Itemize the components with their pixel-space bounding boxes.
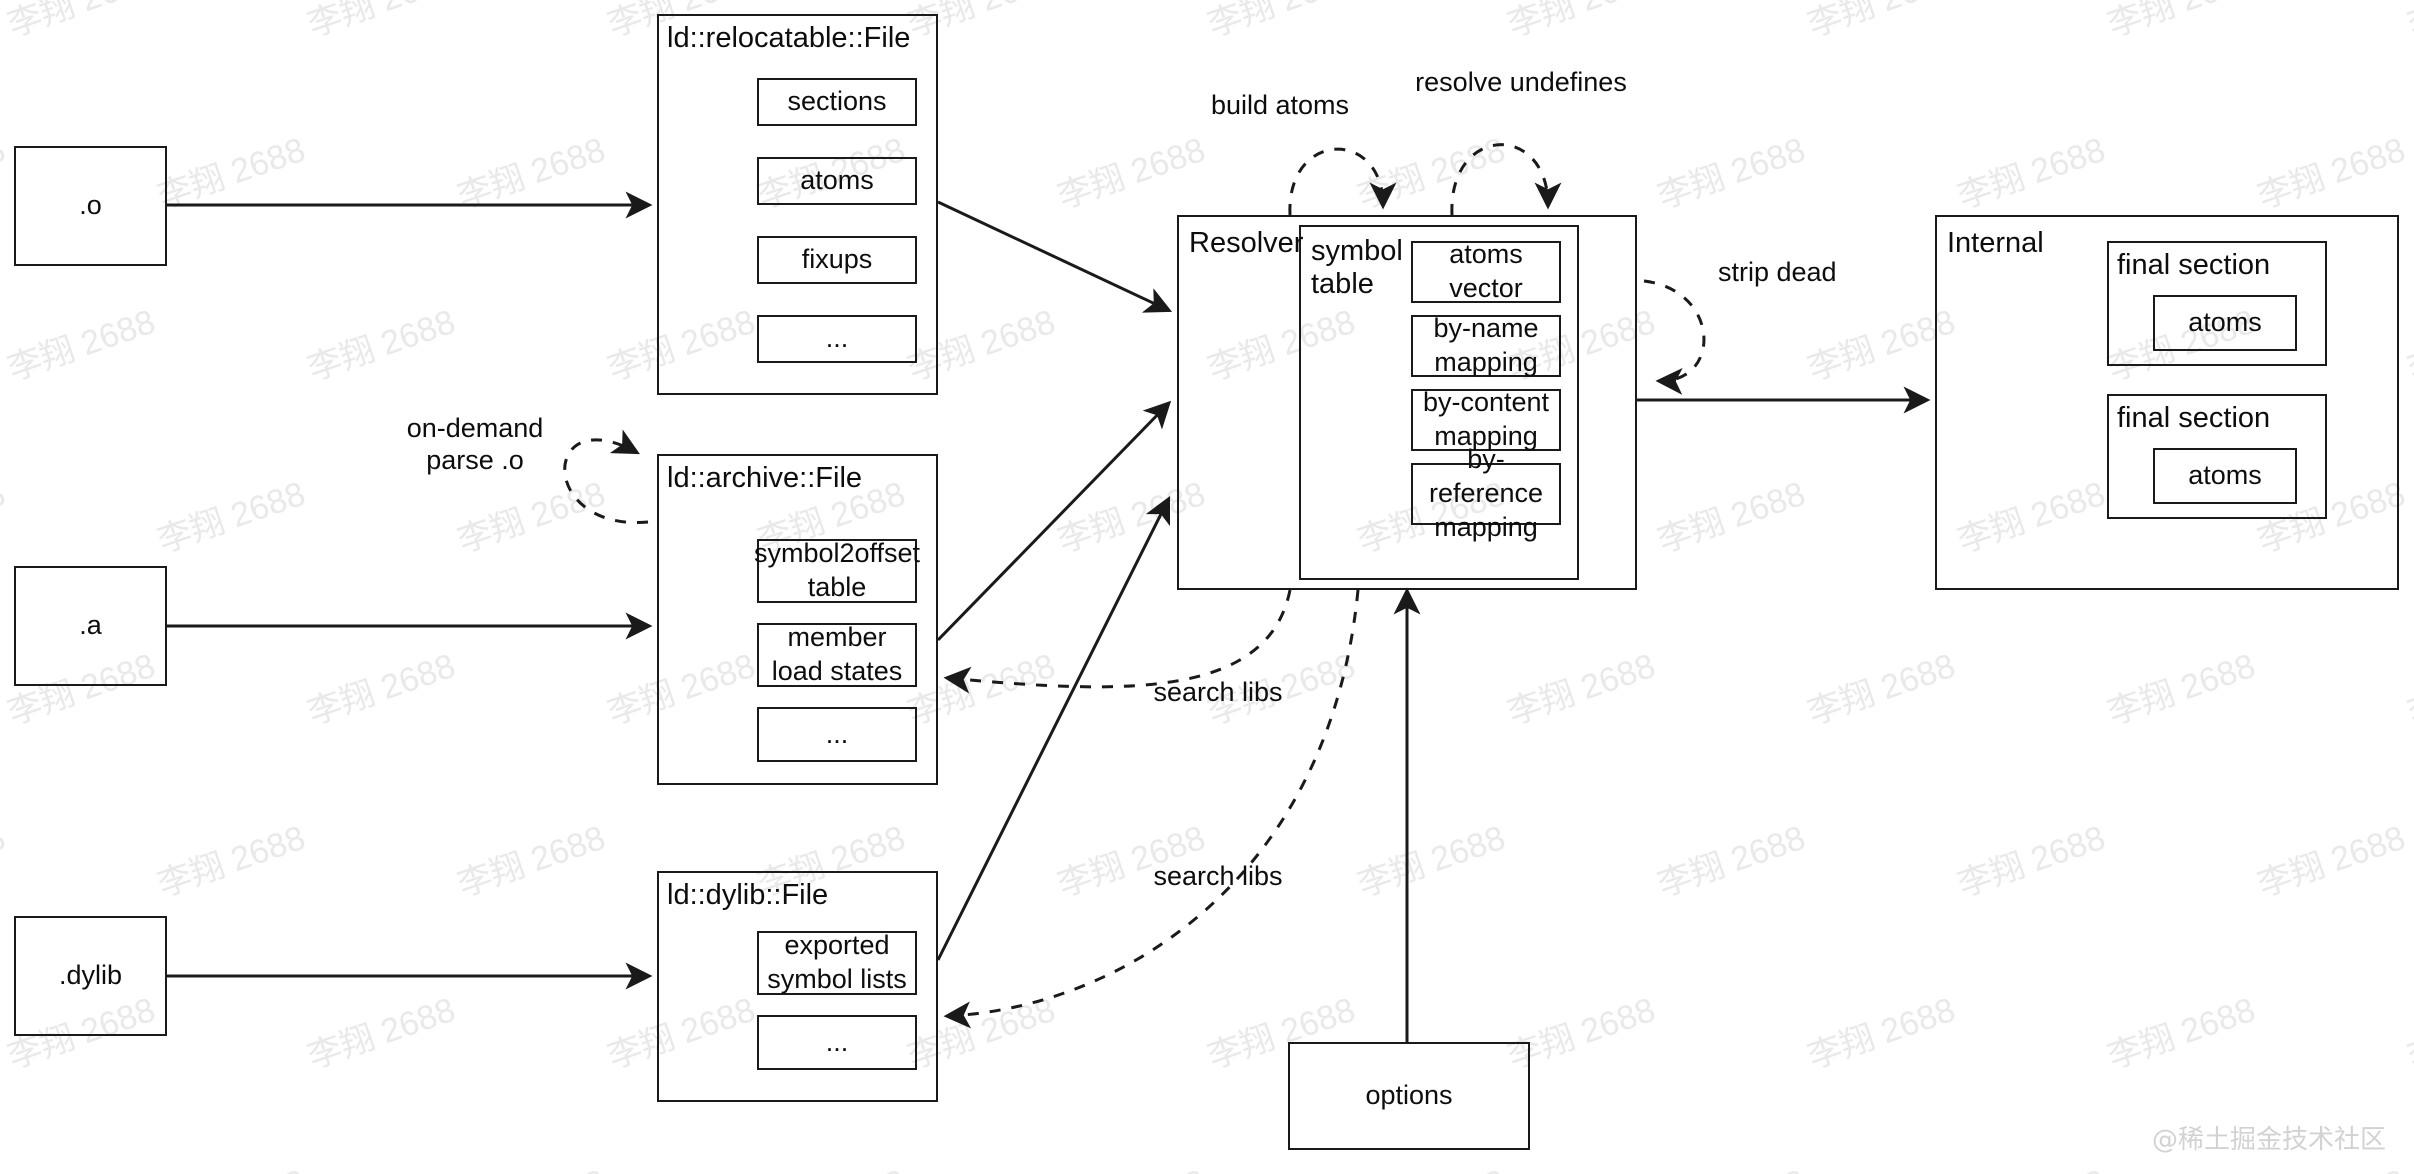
dylib-file-title: ld::dylib::File xyxy=(667,879,829,911)
symbol-table-member-by-reference-label: by-reference mapping xyxy=(1428,444,1544,542)
relocatable-member-sections[interactable]: sections xyxy=(757,78,917,126)
symbol-table-box[interactable]: symbol table atoms vector by-name mapping b… xyxy=(1299,225,1579,580)
symbol-table-member-atoms-vector[interactable]: atoms vector xyxy=(1411,239,1561,303)
dylib-member-more[interactable]: ... xyxy=(757,1015,917,1070)
internal-box[interactable]: Internal final section atoms final secti… xyxy=(1935,215,2399,590)
final-section-title-2: final section xyxy=(2117,402,2271,434)
options-box[interactable]: options xyxy=(1288,1042,1530,1150)
input-node-o-label: .o xyxy=(79,190,102,221)
final-section-title-1: final section xyxy=(2117,249,2271,281)
edge-on-demand-parse xyxy=(563,429,649,524)
symbol-table-member-atoms-vector-label: atoms vector xyxy=(1449,239,1523,303)
relocatable-member-more[interactable]: ... xyxy=(757,315,917,363)
final-section-atoms-1-label: atoms xyxy=(2188,307,2262,338)
archive-member-load-states-label: member load states xyxy=(771,622,903,686)
input-node-dylib[interactable]: .dylib xyxy=(14,916,167,1036)
symbol-table-title: symbol table xyxy=(1311,235,1403,301)
edge-label-build-atoms: build atoms xyxy=(1210,90,1350,120)
dylib-member-exported-symbols[interactable]: exported symbol lists xyxy=(757,930,917,995)
archive-member-more[interactable]: ... xyxy=(757,707,917,762)
edge-dylibfile-to-resolver xyxy=(936,495,1171,961)
edge-label-search-libs-archive: search libs xyxy=(1153,677,1283,707)
relocatable-member-sections-label: sections xyxy=(787,86,887,117)
resolver-box[interactable]: Resolver symbol table atoms vector by-name… xyxy=(1177,215,1637,590)
relocatable-file-box[interactable]: ld::relocatable::File sections atoms fix… xyxy=(657,14,938,395)
edge-label-search-libs-dylib: search libs xyxy=(1153,861,1283,891)
relocatable-member-atoms-label: atoms xyxy=(800,165,874,196)
dylib-member-more-label: ... xyxy=(825,1026,849,1057)
final-section-atoms-2[interactable]: atoms xyxy=(2153,448,2297,504)
archive-member-symbol2offset-label: symbol2offset table xyxy=(753,538,921,602)
edge-build-atoms xyxy=(1288,147,1397,216)
edge-search-libs-dylib xyxy=(943,589,1360,1029)
edge-label-strip-dead: strip dead xyxy=(1718,257,1837,287)
archive-member-symbol2offset[interactable]: symbol2offset table xyxy=(753,538,921,603)
relocatable-file-title: ld::relocatable::File xyxy=(667,22,911,54)
edge-search-libs-archive xyxy=(943,589,1292,694)
input-node-o[interactable]: .o xyxy=(14,146,167,266)
relocatable-member-fixups[interactable]: fixups xyxy=(757,236,917,284)
options-label: options xyxy=(1365,1080,1453,1111)
relocatable-member-fixups-label: fixups xyxy=(801,244,873,275)
archive-file-box[interactable]: ld::archive::File symbol2offset table mem… xyxy=(657,454,938,785)
input-node-dylib-label: .dylib xyxy=(58,960,123,991)
edge-label-on-demand-parse: on-demand parse .o xyxy=(406,413,544,476)
final-section-atoms-1[interactable]: atoms xyxy=(2153,295,2297,351)
archive-member-more-label: ... xyxy=(825,718,849,749)
relocatable-member-atoms[interactable]: atoms xyxy=(757,157,917,205)
input-node-a-label: .a xyxy=(79,610,102,641)
diagram-canvas: 李翔 2688 李翔 2688 李翔 2688 李翔 2688 李翔 2688 李翔 26… xyxy=(0,0,2414,1174)
edge-relocatable-to-resolver xyxy=(937,200,1173,313)
internal-title: Internal xyxy=(1947,227,2044,259)
edge-resolve-undefines xyxy=(1450,143,1562,216)
relocatable-member-more-label: ... xyxy=(825,323,849,354)
symbol-table-member-by-name[interactable]: by-name mapping xyxy=(1411,313,1561,377)
archive-file-title: ld::archive::File xyxy=(667,462,863,494)
edge-archive-to-resolver xyxy=(936,400,1172,642)
dylib-member-exported-symbols-label: exported symbol lists xyxy=(767,930,907,994)
edge-strip-dead xyxy=(1643,279,1706,395)
final-section-box-2[interactable]: final section atoms xyxy=(2107,394,2327,519)
resolver-title: Resolver xyxy=(1189,227,1304,259)
symbol-table-member-by-content[interactable]: by-content mapping xyxy=(1411,387,1561,451)
final-section-box-1[interactable]: final section atoms xyxy=(2107,241,2327,366)
site-credit: @稀土掘金技术社区 xyxy=(2151,1125,2386,1155)
symbol-table-member-by-reference[interactable]: by-reference mapping xyxy=(1411,444,1561,542)
final-section-atoms-2-label: atoms xyxy=(2188,460,2262,491)
edge-label-resolve-undefines: resolve undefines xyxy=(1415,67,1627,97)
input-node-a[interactable]: .a xyxy=(14,566,167,686)
symbol-table-member-by-name-label: by-name mapping xyxy=(1433,313,1539,377)
archive-member-load-states[interactable]: member load states xyxy=(757,622,917,687)
dylib-file-box[interactable]: ld::dylib::File exported symbol lists ... xyxy=(657,871,938,1102)
